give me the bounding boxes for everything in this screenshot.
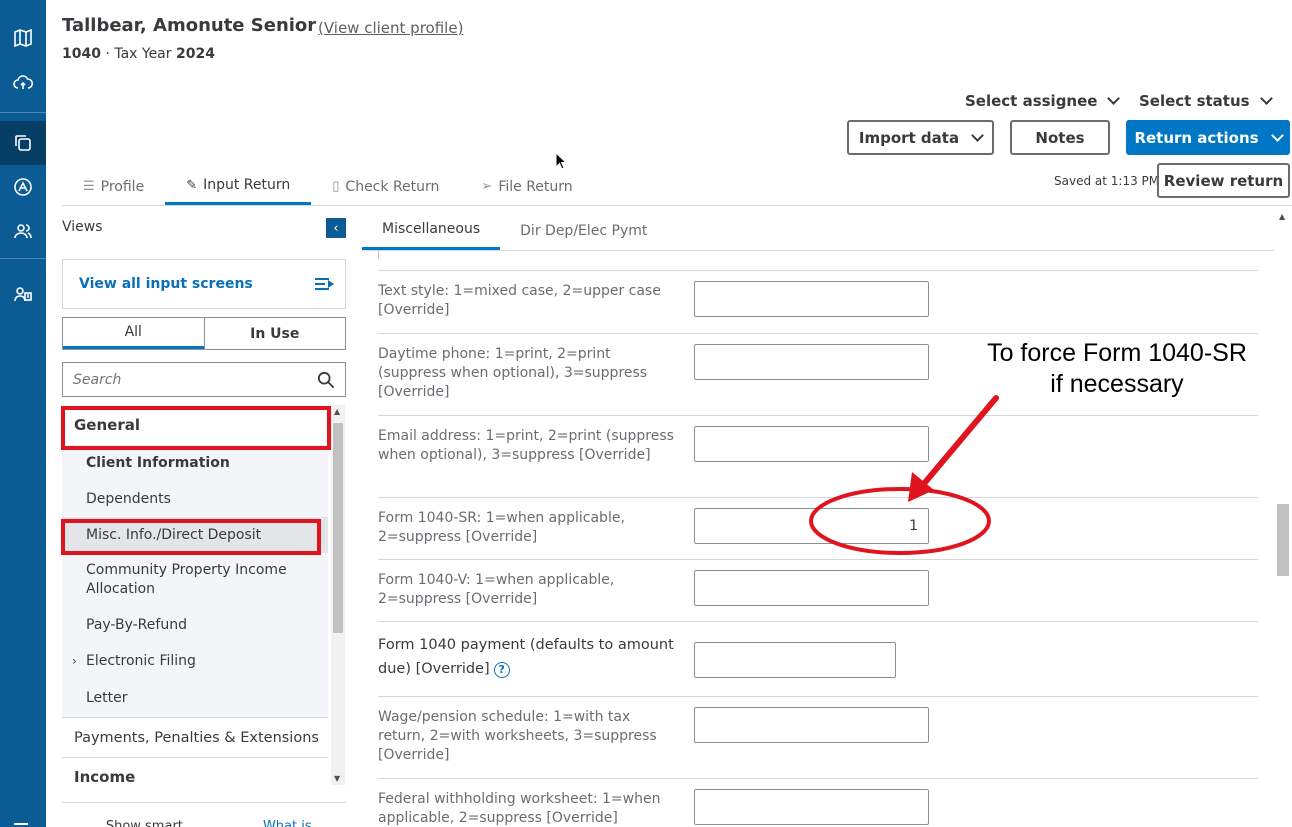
subtab-miscellaneous[interactable]: Miscellaneous: [362, 211, 501, 250]
return-subtitle: 1040 · Tax Year 2024: [62, 46, 215, 62]
nav-item-client-information[interactable]: Client Information: [62, 445, 328, 481]
nav-item-dependents[interactable]: Dependents: [62, 481, 328, 517]
view-client-profile-link[interactable]: (View client profile): [318, 19, 463, 37]
content-scrollbar[interactable]: ▲: [1276, 212, 1290, 827]
field-label: Daytime phone: 1=print, 2=print (suppres…: [378, 346, 648, 400]
text-style-field[interactable]: [694, 281, 929, 317]
field-row-wage-pension: Wage/pension schedule: 1=with tax return…: [378, 696, 1258, 778]
saved-status: Saved at 1:13 PM: [1054, 174, 1160, 188]
notes-button[interactable]: Notes: [1010, 120, 1110, 155]
field-row-form-1040-v: Form 1040-V: 1=when applicable, 2=suppre…: [378, 559, 1258, 621]
returns-icon[interactable]: [0, 121, 46, 165]
document-icon: ▯: [332, 179, 340, 194]
tab-file-return[interactable]: ➢ File Return: [460, 168, 593, 205]
sidebar-search: [62, 362, 346, 397]
subtab-dir-dep[interactable]: Dir Dep/Elec Pymt: [500, 211, 667, 250]
return-actions-button[interactable]: Return actions: [1126, 120, 1290, 155]
highlight-box-general: [61, 406, 331, 450]
tab-check-return[interactable]: ▯ Check Return: [311, 168, 460, 205]
nav-rail: [0, 0, 46, 827]
map-icon[interactable]: [0, 16, 46, 60]
field-row-federal-withholding: Federal withholding worksheet: 1=when ap…: [378, 778, 1258, 827]
search-input[interactable]: [73, 371, 317, 388]
nav-item-letter[interactable]: Letter: [62, 679, 328, 717]
cloud-sync-icon[interactable]: [0, 61, 46, 105]
filter-all[interactable]: All: [63, 318, 204, 349]
view-filter-toggle: All In Use: [62, 317, 346, 350]
what-is-this-link[interactable]: What is this?: [263, 819, 346, 827]
nav-item-electronic-filing[interactable]: › Electronic Filing: [62, 643, 328, 679]
return-tabs: ☰ Profile ✎ Input Return ▯ Check Return ➢ Fi…: [62, 168, 594, 206]
help-icon[interactable]: ?: [493, 662, 510, 678]
nav-item-community-property[interactable]: Community Property Income Allocation: [62, 553, 328, 607]
mouse-cursor-icon: [555, 152, 567, 170]
collapse-panel-button[interactable]: ‹: [326, 218, 346, 238]
smart-navigation: Show smart navigation What is this?: [62, 802, 346, 827]
tab-input-return[interactable]: ✎ Input Return: [165, 168, 312, 205]
federal-withholding-field[interactable]: [694, 789, 929, 825]
review-return-button[interactable]: Review return: [1157, 163, 1290, 198]
annotation-text: To force Form 1040-SR if necessary: [987, 339, 1247, 398]
form-1040-payment-field[interactable]: [694, 642, 896, 678]
views-label: Views: [62, 219, 103, 235]
screen-subtabs: Miscellaneous Dir Dep/Elec Pymt: [362, 211, 667, 250]
tab-profile[interactable]: ☰ Profile: [62, 168, 165, 205]
tab-divider: [62, 205, 1292, 206]
sidebar-scrollbar[interactable]: ▲ ▼: [331, 405, 345, 785]
select-assignee-dropdown[interactable]: Select assignee: [965, 92, 1121, 110]
field-label: Form 1040-V: 1=when applicable, 2=suppre…: [378, 572, 615, 607]
chevron-down-icon: [1259, 92, 1273, 105]
tax-logo-icon[interactable]: [0, 165, 46, 209]
chevron-down-icon: [1270, 128, 1284, 142]
list-icon: ☰: [83, 179, 95, 194]
nav-section-income[interactable]: Income: [62, 757, 328, 785]
field-label: Form 1040-SR: 1=when applicable, 2=suppr…: [378, 510, 625, 545]
field-row-form-1040-payment: Form 1040 payment (defaults to amount du…: [378, 621, 1258, 696]
field-label: Text style: 1=mixed case, 2=upper case […: [378, 283, 661, 318]
select-status-dropdown[interactable]: Select status: [1139, 92, 1273, 110]
chevron-right-icon: ›: [72, 654, 77, 668]
chevron-down-icon: [971, 128, 984, 142]
form-1040-v-field[interactable]: [694, 570, 929, 606]
field-label: Wage/pension schedule: 1=with tax return…: [378, 709, 657, 763]
annotation-arrow-icon: [809, 395, 999, 555]
import-data-button[interactable]: Import data: [847, 120, 994, 155]
search-icon[interactable]: [317, 371, 335, 389]
subtab-divider: [362, 250, 1274, 251]
view-all-input-screens[interactable]: View all input screens: [62, 259, 346, 309]
highlight-box-misc-info: [61, 519, 321, 555]
send-icon: ➢: [481, 179, 493, 194]
field-label: Email address: 1=print, 2=print (suppres…: [378, 428, 674, 463]
clients-icon[interactable]: [0, 209, 46, 253]
chevron-left-icon: ‹: [333, 220, 339, 236]
field-label: Federal withholding worksheet: 1=when ap…: [378, 791, 661, 826]
nav-item-pay-by-refund[interactable]: Pay-By-Refund: [62, 607, 328, 643]
field-row-text-style: Text style: 1=mixed case, 2=upper case […: [378, 270, 1258, 333]
input-screens-list: General Client Information Dependents Mi…: [62, 405, 330, 785]
client-name: Tallbear, Amonute Senior: [62, 15, 317, 36]
field-label: Form 1040 payment (defaults to amount du…: [378, 637, 674, 678]
filter-in-use[interactable]: In Use: [203, 318, 346, 349]
daytime-phone-field[interactable]: [694, 344, 929, 380]
menu-expand-icon: [315, 277, 334, 291]
wage-pension-field[interactable]: [694, 707, 929, 743]
contacts-icon[interactable]: [0, 272, 46, 316]
pencil-icon: ✎: [186, 177, 198, 193]
nav-section-payments[interactable]: Payments, Penalties & Extensions: [62, 717, 328, 757]
chevron-down-icon: [1107, 92, 1121, 105]
